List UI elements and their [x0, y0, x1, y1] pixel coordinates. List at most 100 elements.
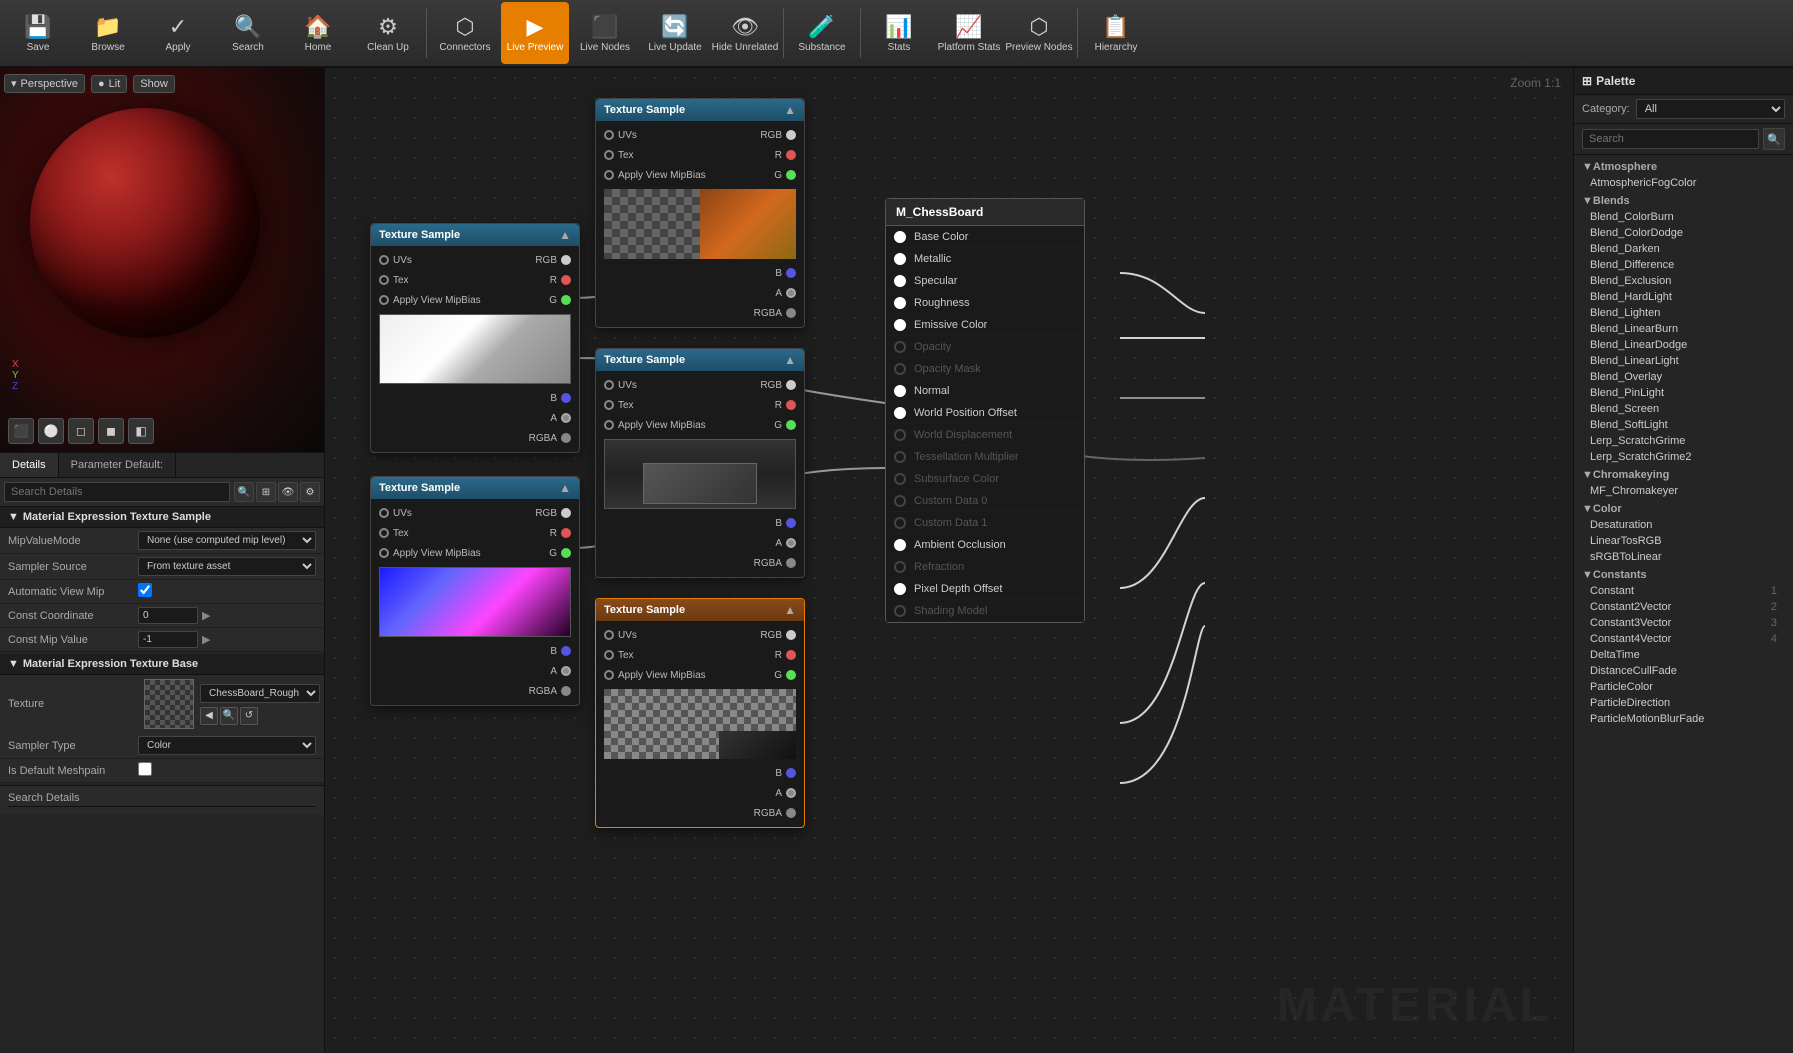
palette-item-linearlight[interactable]: Blend_LinearLight: [1574, 353, 1793, 369]
viewport-control-1[interactable]: ⬛: [8, 418, 34, 444]
eye-icon[interactable]: 👁: [278, 482, 298, 502]
palette-item-chromakeyer[interactable]: MF_Chromakeyer: [1574, 483, 1793, 499]
pin-shading-dot[interactable]: [894, 605, 906, 617]
automip-checkbox[interactable]: [138, 583, 152, 597]
texture-refresh-btn[interactable]: ↺: [240, 707, 258, 725]
texture-node-4[interactable]: Texture Sample ▲ UVs RGB Tex R Apply Vie…: [370, 476, 580, 706]
viewport[interactable]: ▾ Perspective ● Lit Show X Y Z ⬛ ⚪ ◻: [0, 68, 324, 453]
node-1-collapse[interactable]: ▲: [559, 228, 571, 242]
pin-world-disp-dot[interactable]: [894, 429, 906, 441]
n1-pin-rgb-dot[interactable]: [561, 255, 571, 265]
pin-emissive-dot[interactable]: [894, 319, 906, 331]
pin-ao-dot[interactable]: [894, 539, 906, 551]
node-5-collapse[interactable]: ▲: [784, 603, 796, 617]
palette-item-colorburn[interactable]: Blend_ColorBurn: [1574, 209, 1793, 225]
palette-item-exclusion[interactable]: Blend_Exclusion: [1574, 273, 1793, 289]
texture-node-5[interactable]: Texture Sample ▲ UVs RGB Tex R Apply Vie…: [595, 598, 805, 828]
pin-mip-dot[interactable]: [604, 170, 614, 180]
node-graph[interactable]: Zoom 1:1 MATERIAL Texture Sample ▲: [325, 68, 1573, 1053]
palette-item-particledirection[interactable]: ParticleDirection: [1574, 695, 1793, 711]
pin-b-dot[interactable]: [786, 268, 796, 278]
n1-pin-mip-dot[interactable]: [379, 295, 389, 305]
pin-opacity-dot[interactable]: [894, 341, 906, 353]
apply-button[interactable]: ✓ Apply: [144, 2, 212, 64]
search-button[interactable]: 🔍 Search: [214, 2, 282, 64]
pin-tess-dot[interactable]: [894, 451, 906, 463]
palette-item-particlemotionblur[interactable]: ParticleMotionBlurFade: [1574, 711, 1793, 727]
browse-button[interactable]: 📁 Browse: [74, 2, 142, 64]
section1-header[interactable]: ▼ Material Expression Texture Sample: [0, 507, 324, 528]
pin-normal-dot[interactable]: [894, 385, 906, 397]
n1-pin-uvs-dot[interactable]: [379, 255, 389, 265]
node-2-collapse[interactable]: ▲: [784, 103, 796, 117]
previewnodes-button[interactable]: ⬡ Preview Nodes: [1005, 2, 1073, 64]
palette-item-darken[interactable]: Blend_Darken: [1574, 241, 1793, 257]
node-3-collapse[interactable]: ▲: [784, 353, 796, 367]
meshpain-checkbox[interactable]: [138, 762, 152, 776]
pin-g-dot[interactable]: [786, 170, 796, 180]
palette-item-screen[interactable]: Blend_Screen: [1574, 401, 1793, 417]
palette-item-hardlight[interactable]: Blend_HardLight: [1574, 289, 1793, 305]
pin-base-color-dot[interactable]: [894, 231, 906, 243]
texture-node-2[interactable]: Texture Sample ▲ UVs RGB Tex R Apply Vie…: [595, 98, 805, 328]
texture-select[interactable]: ChessBoard_Rough: [200, 684, 320, 703]
palette-item-lerp2[interactable]: Lerp_ScratchGrime2: [1574, 449, 1793, 465]
texture-node-3[interactable]: Texture Sample ▲ UVs RGB Tex R Apply Vie…: [595, 348, 805, 578]
pin-rgb-dot[interactable]: [786, 130, 796, 140]
mip-select[interactable]: None (use computed mip level): [138, 531, 316, 550]
palette-category-select[interactable]: All: [1636, 99, 1785, 119]
palette-item-constant4[interactable]: Constant4Vector4: [1574, 631, 1793, 647]
texture-node-5-header[interactable]: Texture Sample ▲: [596, 599, 804, 621]
palette-item-constant2[interactable]: Constant2Vector2: [1574, 599, 1793, 615]
livepreview-button[interactable]: ▶ Live Preview: [501, 2, 569, 64]
viewport-control-5[interactable]: ◧: [128, 418, 154, 444]
texture-search-btn[interactable]: 🔍: [220, 707, 238, 725]
viewport-show-dropdown[interactable]: Show: [133, 75, 175, 93]
pin-metallic-dot[interactable]: [894, 253, 906, 265]
palette-item-colordodge[interactable]: Blend_ColorDodge: [1574, 225, 1793, 241]
section2-header[interactable]: ▼ Material Expression Texture Base: [0, 654, 324, 675]
palette-item-desaturation[interactable]: Desaturation: [1574, 517, 1793, 533]
pin-rgba-dot[interactable]: [786, 308, 796, 318]
palette-item-difference[interactable]: Blend_Difference: [1574, 257, 1793, 273]
pin-r-dot[interactable]: [786, 150, 796, 160]
stats-button[interactable]: 📊 Stats: [865, 2, 933, 64]
palette-item-lineartosrgb[interactable]: LinearTosRGB: [1574, 533, 1793, 549]
palette-item-constant3[interactable]: Constant3Vector3: [1574, 615, 1793, 631]
connectors-button[interactable]: ⬡ Connectors: [431, 2, 499, 64]
texture-back-btn[interactable]: ◀: [200, 707, 218, 725]
palette-item-lighten[interactable]: Blend_Lighten: [1574, 305, 1793, 321]
search-icon[interactable]: 🔍: [234, 482, 254, 502]
palette-item-atmosphericfogcolor[interactable]: AtmosphericFogColor: [1574, 175, 1793, 191]
livenodes-button[interactable]: ⬛ Live Nodes: [571, 2, 639, 64]
palette-item-overlay[interactable]: Blend_Overlay: [1574, 369, 1793, 385]
palette-item-distancecullfade[interactable]: DistanceCullFade: [1574, 663, 1793, 679]
home-button[interactable]: 🏠 Home: [284, 2, 352, 64]
liveupdate-button[interactable]: 🔄 Live Update: [641, 2, 709, 64]
palette-item-srgbtolinear[interactable]: sRGBToLinear: [1574, 549, 1793, 565]
n1-pin-a-dot[interactable]: [561, 413, 571, 423]
n1-pin-r-dot[interactable]: [561, 275, 571, 285]
pin-refraction-dot[interactable]: [894, 561, 906, 573]
texture-node-2-header[interactable]: Texture Sample ▲: [596, 99, 804, 121]
pin-custom0-dot[interactable]: [894, 495, 906, 507]
viewport-shading-dropdown[interactable]: ● Lit: [91, 75, 127, 93]
palette-item-lineardodge[interactable]: Blend_LinearDodge: [1574, 337, 1793, 353]
pin-world-pos-dot[interactable]: [894, 407, 906, 419]
pin-roughness-dot[interactable]: [894, 297, 906, 309]
details-search-input[interactable]: [4, 482, 230, 502]
viewport-control-2[interactable]: ⚪: [38, 418, 64, 444]
palette-item-softlight[interactable]: Blend_SoftLight: [1574, 417, 1793, 433]
texture-node-4-header[interactable]: Texture Sample ▲: [371, 477, 579, 499]
n1-pin-tex-dot[interactable]: [379, 275, 389, 285]
palette-item-linearburn[interactable]: Blend_LinearBurn: [1574, 321, 1793, 337]
pin-custom1-dot[interactable]: [894, 517, 906, 529]
sampler-select[interactable]: From texture asset: [138, 557, 316, 576]
viewport-control-4[interactable]: ◼: [98, 418, 124, 444]
material-node-header[interactable]: M_ChessBoard: [886, 199, 1084, 226]
save-button[interactable]: 💾 Save: [4, 2, 72, 64]
viewport-mode-dropdown[interactable]: ▾ Perspective: [4, 74, 85, 93]
grid-icon[interactable]: ⊞: [256, 482, 276, 502]
palette-item-lerp1[interactable]: Lerp_ScratchGrime: [1574, 433, 1793, 449]
hideunrelated-button[interactable]: 👁 Hide Unrelated: [711, 2, 779, 64]
